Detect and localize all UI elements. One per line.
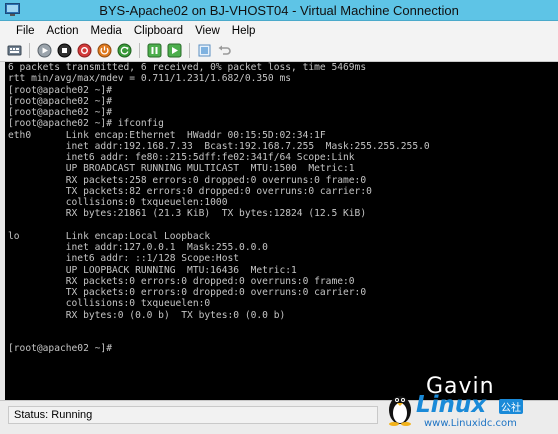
start-icon [37, 43, 52, 58]
status-text: Status: Running [8, 406, 378, 424]
console-line: inet addr:192.168.7.33 Bcast:192.168.7.2… [8, 140, 430, 152]
power-button[interactable] [96, 42, 113, 59]
revert-button[interactable] [216, 42, 233, 59]
console-line: [root@apache02 ~]# [8, 84, 112, 96]
console-line: RX bytes:0 (0.0 b) TX bytes:0 (0.0 b) [8, 309, 286, 321]
resume-button[interactable] [166, 42, 183, 59]
console-line: 6 packets transmitted, 6 received, 0% pa… [8, 62, 367, 73]
console-line: RX packets:0 errors:0 dropped:0 overruns… [8, 275, 355, 287]
toolbar-separator [29, 43, 30, 58]
console-line: RX packets:258 errors:0 dropped:0 overru… [8, 174, 367, 186]
watermark-url: www.Linuxidc.com [424, 418, 517, 429]
pause-icon [147, 43, 162, 58]
menu-help[interactable]: Help [226, 25, 262, 37]
console-line: [root@apache02 ~]# [8, 107, 112, 118]
watermark: Gavin Linux 公社 www.Linuxidc.com [380, 372, 558, 434]
menu-media[interactable]: Media [85, 25, 128, 37]
console-line: eth0 Link encap:Ethernet HWaddr 00:15:5D… [8, 129, 326, 141]
console-line: RX bytes:21861 (21.3 KiB) TX bytes:12824… [8, 208, 367, 220]
checkpoint-icon [198, 44, 211, 57]
shut-down-icon [77, 43, 92, 58]
console-line: inet6 addr: ::1/128 Scope:Host [8, 253, 240, 265]
revert-icon [218, 45, 231, 55]
reset-button[interactable] [116, 42, 133, 59]
console-line: UP BROADCAST RUNNING MULTICAST MTU:1500 … [8, 163, 355, 175]
watermark-brand-suffix: 公社 [499, 399, 523, 414]
console-line: UP LOOPBACK RUNNING MTU:16436 Metric:1 [8, 264, 297, 276]
turn-off-button[interactable] [56, 42, 73, 59]
menu-file[interactable]: File [4, 25, 41, 37]
checkpoint-button[interactable] [196, 42, 213, 59]
menu-view[interactable]: View [189, 25, 226, 37]
console-line: TX packets:0 errors:0 dropped:0 overruns… [8, 287, 367, 298]
resume-icon [167, 43, 182, 58]
console-line: [root@apache02 ~]# [8, 343, 112, 355]
watermark-brand: Linux [416, 392, 487, 418]
turn-off-icon [57, 43, 72, 58]
shut-down-button[interactable] [76, 42, 93, 59]
window-title: BYS-Apache02 on BJ-VHOST04 - Virtual Mac… [99, 3, 459, 18]
console-line: inet6 addr: fe80::215:5dff:fe02:341f/64 … [8, 152, 355, 163]
console-line: collisions:0 txqueuelen:1000 [8, 197, 228, 208]
menu-clipboard[interactable]: Clipboard [128, 25, 189, 37]
toolbar [0, 40, 558, 62]
console-line: TX packets:82 errors:0 dropped:0 overrun… [8, 185, 372, 197]
tux-penguin-icon [389, 396, 411, 426]
console-line: [root@apache02 ~]# [8, 95, 112, 107]
pause-button[interactable] [146, 42, 163, 59]
menu-bar: File Action Media Clipboard View Help [0, 21, 558, 40]
menu-action[interactable]: Action [41, 25, 85, 37]
ctrl-alt-del-button[interactable] [6, 42, 23, 59]
console-line: collisions:0 txqueuelen:0 [8, 298, 211, 310]
ctrl-alt-del-icon [7, 45, 22, 56]
toolbar-separator [139, 43, 140, 58]
toolbar-separator [189, 43, 190, 58]
power-icon [97, 43, 112, 58]
console-line: rtt min/avg/max/mdev = 0.711/1.231/1.682… [8, 73, 292, 85]
vm-console-screen[interactable]: 6 packets transmitted, 6 received, 0% pa… [5, 62, 558, 400]
title-bar: BYS-Apache02 on BJ-VHOST04 - Virtual Mac… [0, 0, 558, 21]
reset-icon [117, 43, 132, 58]
start-button[interactable] [36, 42, 53, 59]
console-line: inet addr:127.0.0.1 Mask:255.0.0.0 [8, 242, 268, 253]
console-line: lo Link encap:Local Loopback [8, 230, 211, 242]
console-line: [root@apache02 ~]# ifconfig [8, 118, 164, 130]
